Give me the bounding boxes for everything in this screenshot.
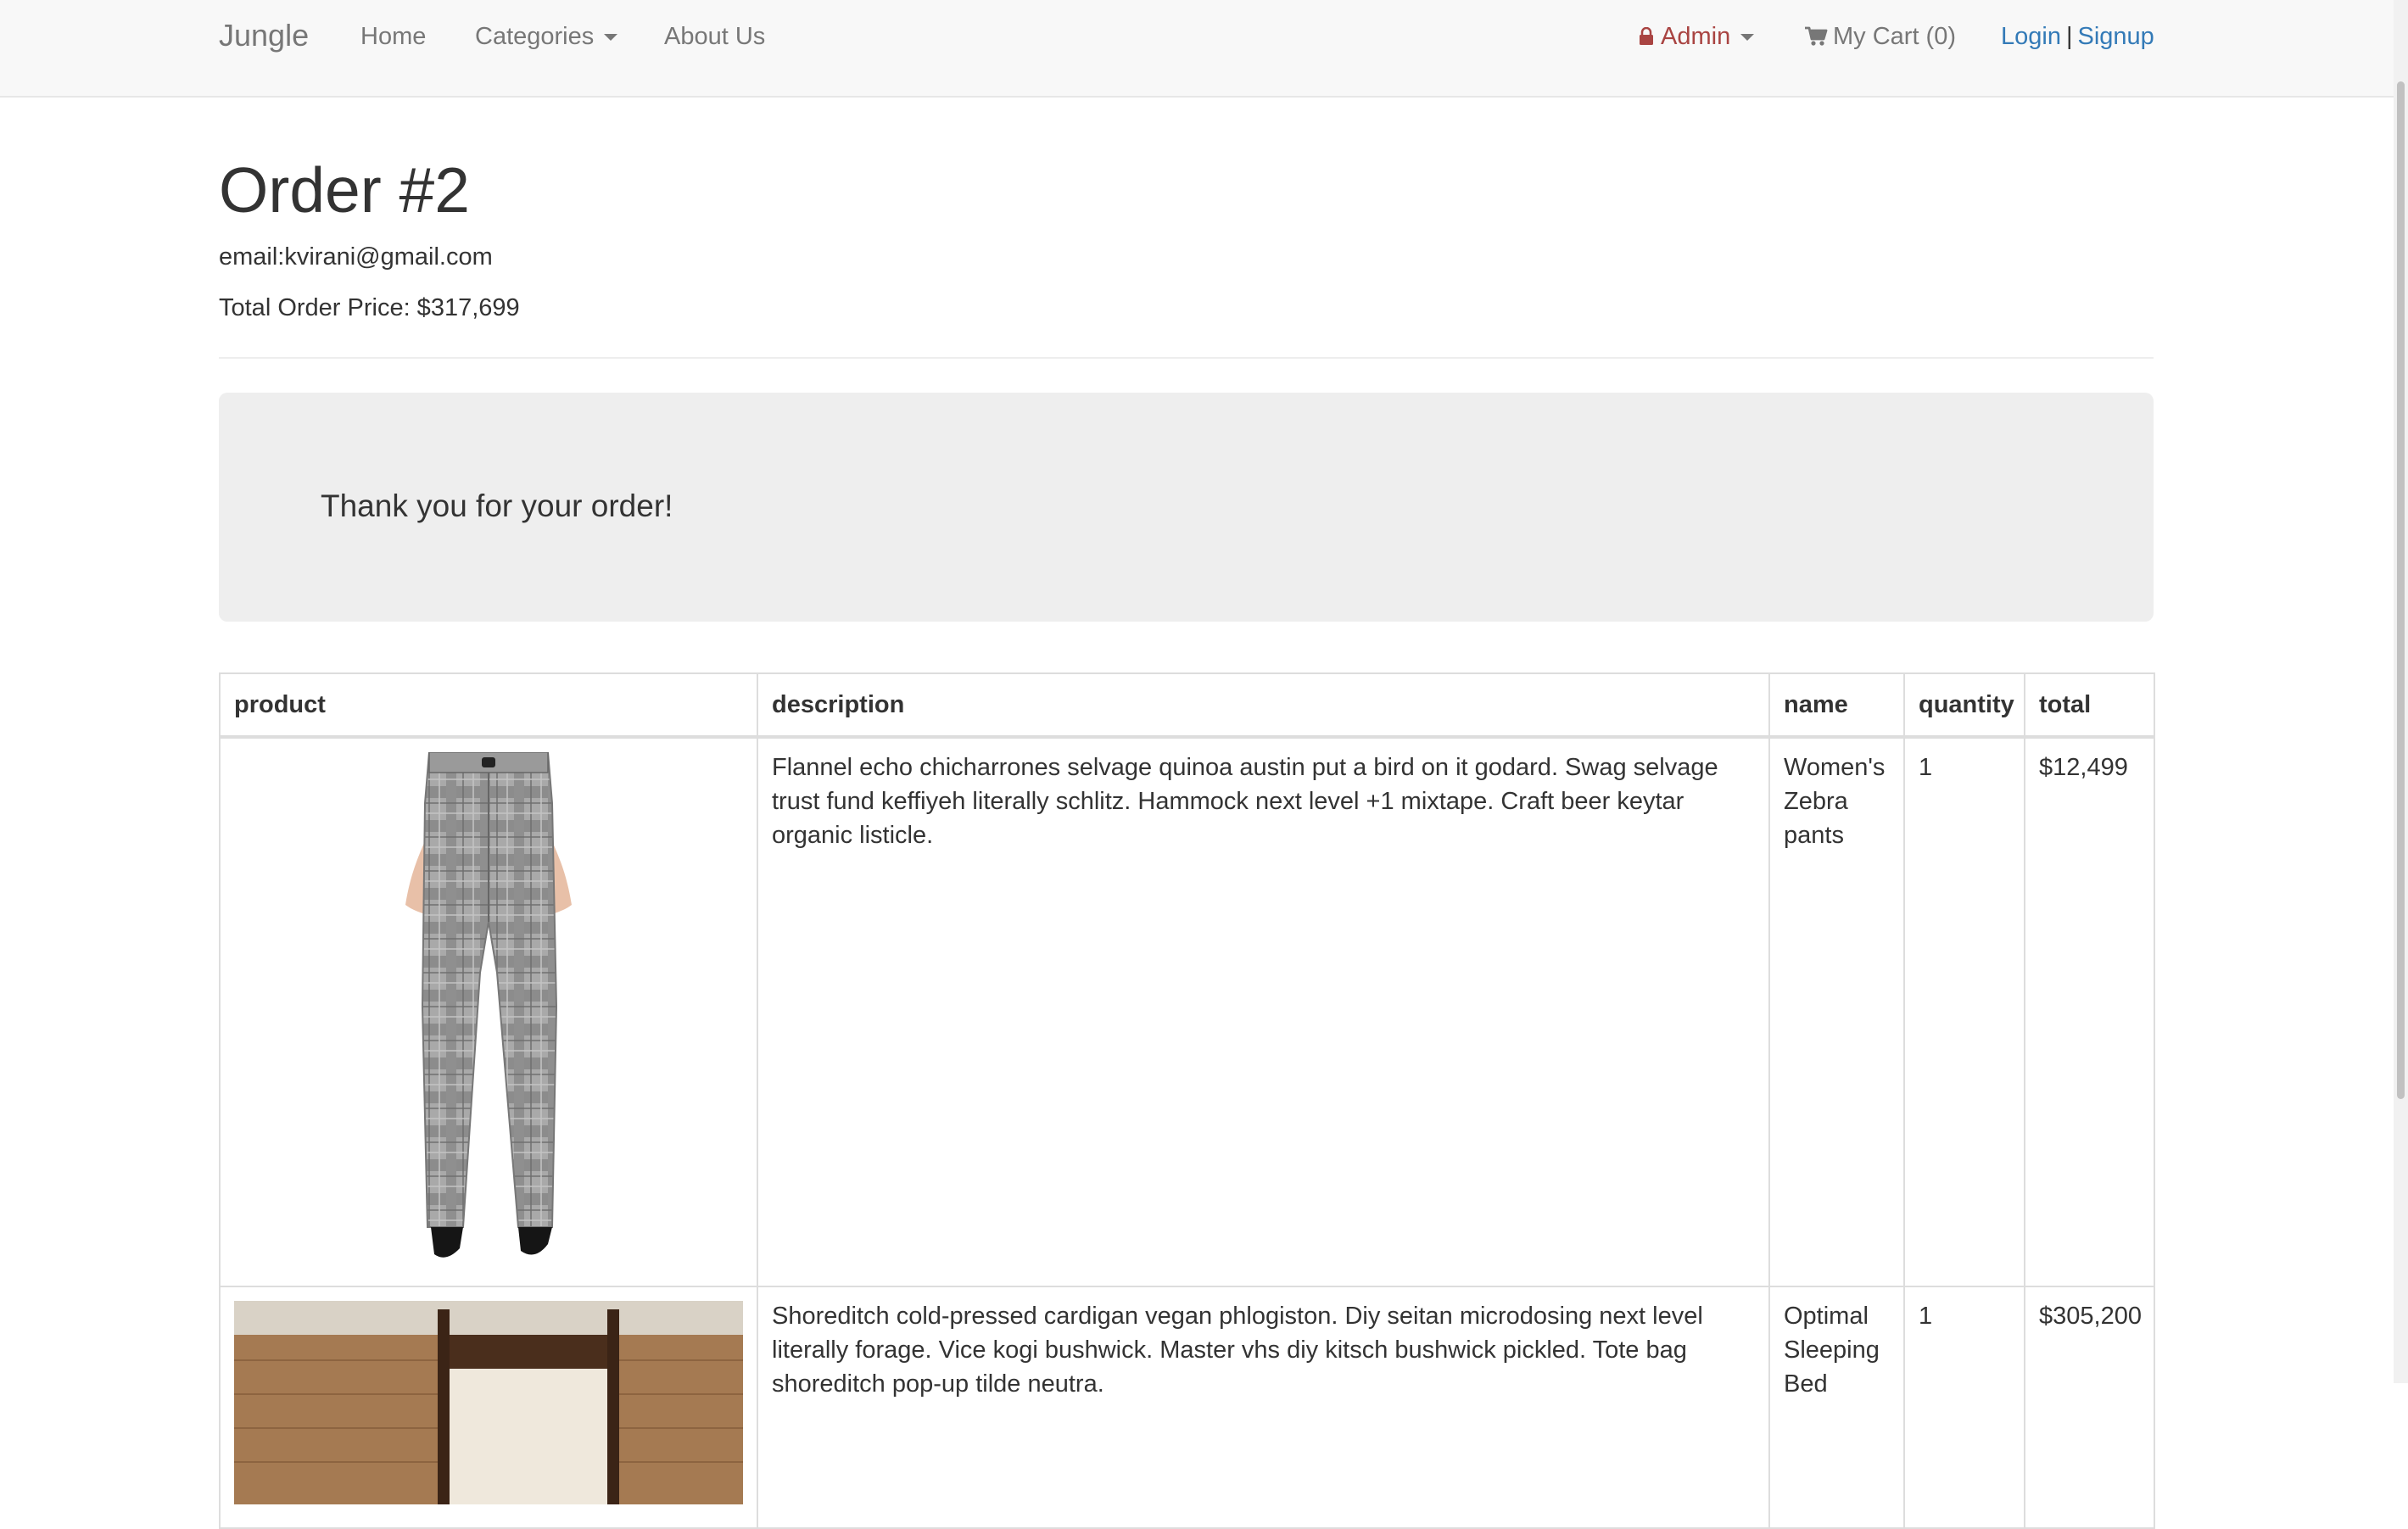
caret-down-icon — [604, 34, 618, 42]
categories-label: Categories — [475, 23, 595, 50]
name-cell: Women's Zebra pants — [1768, 736, 1905, 1287]
nav-about-link[interactable]: About Us — [664, 20, 765, 53]
header-total: total — [2024, 672, 2155, 739]
header-name: name — [1768, 672, 1905, 739]
header-product: product — [219, 672, 758, 739]
quantity-cell: 1 — [1903, 1286, 2025, 1529]
total-cell: $305,200 — [2024, 1286, 2155, 1529]
cart-icon — [1805, 26, 1828, 46]
cart-label: My Cart (0) — [1833, 23, 1956, 50]
login-link[interactable]: Login — [2001, 23, 2061, 50]
product-cell — [219, 1286, 758, 1529]
nav-home-link[interactable]: Home — [360, 20, 426, 53]
caret-down-icon — [1740, 34, 1755, 42]
order-total: Total Order Price: $317,699 — [219, 294, 520, 321]
nav-cart-link[interactable]: My Cart (0) — [1804, 20, 1956, 53]
thank-you-panel: Thank you for your order! — [219, 393, 2154, 622]
product-cell — [219, 736, 758, 1287]
auth-separator: | — [2065, 23, 2073, 50]
admin-label: Admin — [1661, 23, 1731, 50]
auth-links: Login | Signup — [2001, 20, 2154, 53]
page-scrollbar[interactable] — [2394, 0, 2408, 1383]
bed-product-image — [234, 1301, 743, 1504]
lock-icon — [1640, 27, 1653, 45]
quantity-cell: 1 — [1903, 736, 2025, 1287]
table-row: Flannel echo chicharrones selvage quinoa… — [219, 736, 2155, 1287]
header-description: description — [757, 672, 1770, 739]
brand-link[interactable]: Jungle — [219, 17, 309, 54]
order-email: email:kvirani@gmail.com — [219, 243, 493, 271]
table-row: Shoreditch cold-pressed cardigan vegan p… — [219, 1286, 2155, 1529]
navbar: Jungle Home Categories About Us Admin My… — [0, 0, 2394, 98]
name-cell: Optimal Sleeping Bed — [1768, 1286, 1905, 1529]
signup-link[interactable]: Signup — [2078, 23, 2154, 50]
order-items-table: product description name quantity total — [219, 672, 2155, 1529]
description-cell: Flannel echo chicharrones selvage quinoa… — [757, 736, 1770, 1287]
thank-you-message: Thank you for your order! — [321, 488, 673, 523]
description-cell: Shoreditch cold-pressed cardigan vegan p… — [757, 1286, 1770, 1529]
header-quantity: quantity — [1903, 672, 2025, 739]
table-header-row: product description name quantity total — [219, 672, 2155, 739]
pants-product-image — [405, 751, 572, 1258]
scrollbar-thumb[interactable] — [2397, 81, 2405, 1099]
total-cell: $12,499 — [2024, 736, 2155, 1287]
divider — [219, 357, 2154, 359]
page-title: Order #2 — [219, 154, 470, 226]
nav-admin-dropdown[interactable]: Admin — [1639, 20, 1755, 53]
nav-categories-dropdown[interactable]: Categories — [475, 20, 618, 53]
